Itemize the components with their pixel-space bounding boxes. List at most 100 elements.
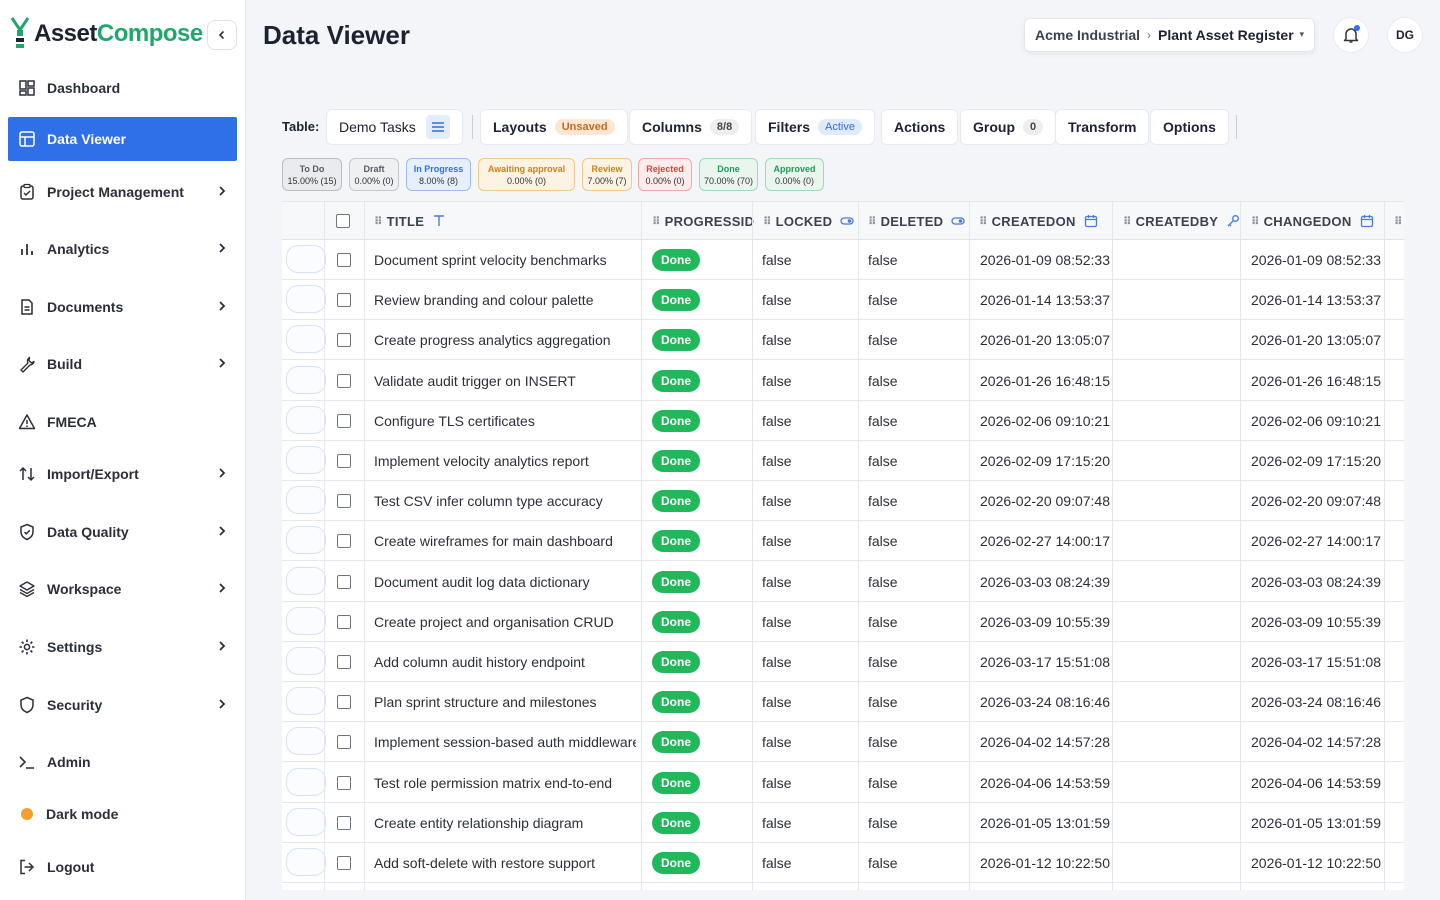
- table-row[interactable]: Implement session-based auth middleware D…: [282, 722, 1404, 763]
- cell-changedon[interactable]: 2026-02-09 17:15:20: [1251, 441, 1381, 481]
- row-checkbox[interactable]: [337, 454, 351, 468]
- actions-button[interactable]: Actions: [881, 109, 959, 145]
- table-row[interactable]: Plan sprint structure and milestones Done…: [282, 682, 1404, 723]
- cell-progressid[interactable]: Done: [652, 320, 700, 360]
- row-handle[interactable]: [286, 526, 326, 555]
- table-row[interactable]: Test CSV infer column type accuracy Done f…: [282, 481, 1404, 522]
- cell-title[interactable]: Create progress analytics aggregation: [374, 320, 636, 360]
- drag-handle-icon[interactable]: ⠿: [1251, 215, 1260, 228]
- column-header-overflow[interactable]: ⠿: [1394, 202, 1404, 240]
- cell-createdon[interactable]: 2026-01-09 08:52:33: [980, 240, 1110, 280]
- cell-locked[interactable]: false: [762, 441, 792, 481]
- cell-progressid[interactable]: Done: [652, 521, 700, 561]
- cell-deleted[interactable]: false: [868, 642, 898, 682]
- cell-changedon[interactable]: 2026-03-24 08:16:46: [1251, 682, 1381, 722]
- cell-progressid[interactable]: Done: [652, 803, 700, 843]
- column-header-progressid[interactable]: ⠿ PROGRESSID: [652, 202, 754, 240]
- drag-handle-icon[interactable]: ⠿: [1394, 215, 1403, 228]
- collapse-sidebar-button[interactable]: [207, 20, 237, 50]
- status-chip-rejected[interactable]: Rejected 0.00% (0): [638, 158, 692, 191]
- cell-deleted[interactable]: false: [868, 280, 898, 320]
- column-header-locked[interactable]: ⠿ LOCKED: [763, 202, 854, 240]
- cell-createdon[interactable]: 2026-01-12 10:22:50: [980, 843, 1110, 883]
- cell-title[interactable]: Plan sprint structure and milestones: [374, 682, 636, 722]
- status-chip-to-do[interactable]: To Do 15.00% (15): [282, 158, 342, 191]
- column-header-changedon[interactable]: ⠿ CHANGEDON: [1251, 202, 1374, 240]
- cell-deleted[interactable]: false: [868, 240, 898, 280]
- sidebar-item-analytics[interactable]: Analytics: [8, 227, 237, 271]
- cell-title[interactable]: Document audit log data dictionary: [374, 562, 636, 602]
- table-row[interactable]: Test role permission matrix end-to-end Do…: [282, 763, 1404, 803]
- row-checkbox[interactable]: [337, 373, 351, 388]
- sidebar-item-settings[interactable]: Settings: [8, 625, 237, 669]
- row-handle[interactable]: [286, 566, 326, 595]
- cell-createdon[interactable]: 2026-01-20 13:05:07: [980, 320, 1110, 360]
- app-logo[interactable]: AssetCompose: [10, 16, 203, 52]
- cell-locked[interactable]: false: [762, 803, 792, 843]
- row-handle[interactable]: [286, 848, 326, 876]
- column-header-deleted[interactable]: ⠿ DELETED: [868, 202, 966, 240]
- cell-changedon[interactable]: 2026-02-27 14:00:17: [1251, 521, 1381, 561]
- cell-title[interactable]: Document sprint velocity benchmarks: [374, 240, 636, 280]
- row-handle[interactable]: [286, 727, 326, 756]
- cell-deleted[interactable]: false: [868, 481, 898, 521]
- row-checkbox[interactable]: [337, 574, 351, 589]
- cell-createdon[interactable]: 2026-03-17 15:51:08: [980, 642, 1110, 682]
- cell-createdon[interactable]: 2026-03-09 10:55:39: [980, 602, 1110, 642]
- table-row[interactable]: Add soft-delete with restore support Done…: [282, 843, 1404, 883]
- sidebar-item-workspace[interactable]: Workspace: [8, 567, 237, 611]
- column-header-title[interactable]: ⠿ TITLE: [374, 202, 446, 240]
- status-chip-approved[interactable]: Approved 0.00% (0): [765, 158, 824, 191]
- table-row[interactable]: Create wireframes for main dashboard Done…: [282, 521, 1404, 562]
- cell-changedon[interactable]: 2026-03-17 15:51:08: [1251, 642, 1381, 682]
- cell-locked[interactable]: false: [762, 722, 792, 762]
- cell-locked[interactable]: false: [762, 602, 792, 642]
- column-header-createdby[interactable]: ⠿ CREATEDBY: [1123, 202, 1240, 240]
- table-row[interactable]: Validate audit trigger on INSERT Done fals…: [282, 361, 1404, 401]
- table-row[interactable]: Add column audit history endpoint Done fal…: [282, 642, 1404, 682]
- cell-changedon[interactable]: 2026-03-03 08:24:39: [1251, 562, 1381, 602]
- table-row[interactable]: Configure TLS certificates Done false false…: [282, 401, 1404, 441]
- row-handle[interactable]: [286, 325, 326, 354]
- drag-handle-icon[interactable]: ⠿: [868, 215, 877, 228]
- cell-createdon[interactable]: 2026-01-26 16:48:15: [980, 361, 1110, 401]
- sidebar-item-dark-mode[interactable]: Dark mode: [8, 792, 237, 836]
- cell-deleted[interactable]: false: [868, 763, 898, 803]
- cell-progressid[interactable]: Done: [652, 441, 700, 481]
- options-button[interactable]: Options: [1150, 109, 1229, 145]
- status-chip-done[interactable]: Done 70.00% (70): [699, 158, 758, 191]
- row-checkbox[interactable]: [337, 856, 351, 870]
- cell-deleted[interactable]: false: [868, 320, 898, 360]
- table-row[interactable]: Implement velocity analytics report Done f…: [282, 441, 1404, 481]
- row-checkbox[interactable]: [337, 775, 351, 790]
- status-chip-draft[interactable]: Draft 0.00% (0): [349, 158, 399, 191]
- cell-createdon[interactable]: 2026-02-27 14:00:17: [980, 521, 1110, 561]
- drag-handle-icon[interactable]: ⠿: [1123, 215, 1132, 228]
- row-checkbox[interactable]: [337, 293, 351, 308]
- row-handle[interactable]: [286, 245, 326, 273]
- cell-locked[interactable]: false: [762, 562, 792, 602]
- cell-deleted[interactable]: false: [868, 361, 898, 401]
- sidebar-item-import-export[interactable]: Import/Export: [8, 452, 237, 496]
- row-checkbox[interactable]: [337, 413, 351, 428]
- cell-changedon[interactable]: 2026-01-09 08:52:33: [1251, 240, 1381, 280]
- avatar[interactable]: DG: [1387, 17, 1423, 53]
- row-checkbox[interactable]: [337, 494, 351, 509]
- table-row[interactable]: Document sprint velocity benchmarks Done f…: [282, 240, 1404, 280]
- row-checkbox[interactable]: [337, 253, 351, 267]
- row-handle[interactable]: [286, 446, 326, 474]
- cell-createdon[interactable]: 2026-02-06 09:10:21: [980, 401, 1110, 441]
- cell-title[interactable]: Implement velocity analytics report: [374, 441, 636, 481]
- sidebar-item-documents[interactable]: Documents: [8, 285, 237, 329]
- row-handle[interactable]: [286, 405, 326, 434]
- layouts-button[interactable]: Layouts Unsaved: [480, 109, 628, 145]
- column-header-createdon[interactable]: ⠿ CREATEDON: [979, 202, 1098, 240]
- cell-createdon[interactable]: 2026-01-14 13:53:37: [980, 280, 1110, 320]
- row-handle[interactable]: [286, 365, 326, 394]
- cell-createdon[interactable]: 2026-02-09 17:15:20: [980, 441, 1110, 481]
- table-row[interactable]: Create progress analytics aggregation Don…: [282, 320, 1404, 361]
- cell-createdon[interactable]: 2026-04-06 14:53:59: [980, 763, 1110, 803]
- sidebar-item-build[interactable]: Build: [8, 342, 237, 386]
- cell-progressid[interactable]: Done: [652, 481, 700, 521]
- cell-title[interactable]: Create wireframes for main dashboard: [374, 521, 636, 561]
